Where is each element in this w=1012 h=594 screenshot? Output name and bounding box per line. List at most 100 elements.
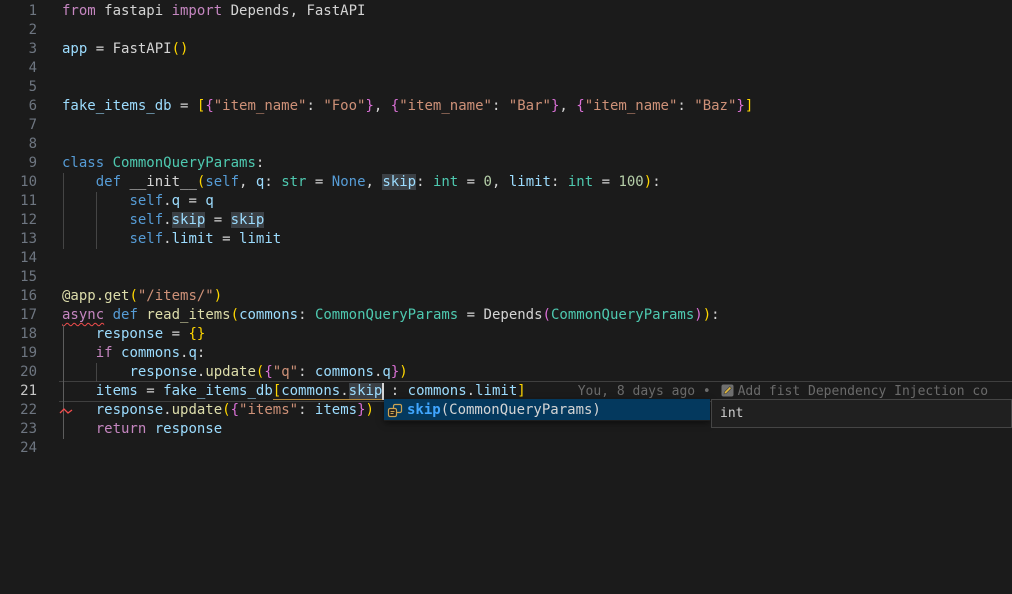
line-number[interactable]: 22 [0, 401, 37, 420]
token: q [172, 193, 180, 209]
line-number[interactable]: 11 [0, 192, 37, 211]
line-number[interactable]: 20 [0, 363, 37, 382]
git-blame-annotation[interactable]: You, 8 days ago • Add fist Dependency In… [578, 384, 988, 399]
line-number[interactable]: 18 [0, 325, 37, 344]
code-line-5[interactable]: 5 [0, 78, 1012, 97]
line-number[interactable]: 14 [0, 249, 37, 268]
token: commons [408, 383, 467, 399]
token: . [467, 383, 475, 399]
token: __init__ [129, 174, 196, 190]
code-line-17[interactable]: 17 async def read_items(commons: CommonQu… [0, 306, 1012, 325]
code-line-2[interactable]: 2 [0, 21, 1012, 40]
token: commons [315, 364, 374, 380]
token: str [281, 174, 306, 190]
line-number[interactable]: 17 [0, 306, 37, 325]
code-text: return response [62, 420, 222, 439]
code-line-4[interactable]: 4 [0, 59, 1012, 78]
line-number[interactable]: 8 [0, 135, 37, 154]
token: : [306, 98, 323, 114]
code-text: response.update({"items": items}) [62, 401, 374, 420]
token: ( [543, 307, 551, 323]
token: , [239, 174, 256, 190]
token: : [298, 402, 315, 418]
token: int [433, 174, 458, 190]
token [62, 421, 96, 437]
token: . [163, 193, 171, 209]
token: response [96, 326, 163, 342]
token: limit [475, 383, 517, 399]
code-line-19[interactable]: 19 if commons.q: [0, 344, 1012, 363]
indent-guide [96, 192, 97, 249]
token: response [129, 364, 196, 380]
line-number[interactable]: 24 [0, 439, 37, 458]
code-line-18[interactable]: 18 response = {} [0, 325, 1012, 344]
line-number[interactable]: 15 [0, 268, 37, 287]
token: "items" [239, 402, 298, 418]
code-text: self.q = q [62, 192, 214, 211]
indent-guide [96, 363, 97, 382]
token: { [391, 98, 399, 114]
token: "item_name" [585, 98, 678, 114]
token: : [256, 155, 264, 171]
line-number[interactable]: 16 [0, 287, 37, 306]
code-line-12[interactable]: 12 self.skip = skip [0, 211, 1012, 230]
code-text: def __init__(self, q: str = None, skip: … [62, 173, 661, 192]
token [104, 307, 112, 323]
line-number[interactable]: 5 [0, 78, 37, 97]
token [62, 326, 96, 342]
token: = [138, 383, 163, 399]
code-line-20[interactable]: 20 response.update({"q": commons.q}) [0, 363, 1012, 382]
line-number[interactable]: 2 [0, 21, 37, 40]
line-number[interactable]: 3 [0, 40, 37, 59]
code-line-11[interactable]: 11 self.q = q [0, 192, 1012, 211]
code-line-1[interactable]: 1from fastapi import Depends, FastAPI [0, 2, 1012, 21]
line-number[interactable]: 1 [0, 2, 37, 21]
token: : [264, 174, 281, 190]
token: async [62, 307, 104, 323]
code-line-16[interactable]: 16@app.get("/items/") [0, 287, 1012, 306]
line-number[interactable]: 10 [0, 173, 37, 192]
line-number[interactable]: 7 [0, 116, 37, 135]
token: fake_items_db [62, 98, 172, 114]
line-number[interactable]: 13 [0, 230, 37, 249]
token: . [340, 383, 348, 399]
code-line-10[interactable]: 10 def __init__(self, q: str = None, ski… [0, 173, 1012, 192]
code-editor[interactable]: 1from fastapi import Depends, FastAPI23a… [0, 0, 1012, 594]
line-number[interactable]: 21 [0, 382, 37, 401]
token: "Baz" [694, 98, 736, 114]
code-line-15[interactable]: 15 [0, 268, 1012, 287]
code-line-14[interactable]: 14 [0, 249, 1012, 268]
line-number[interactable]: 23 [0, 420, 37, 439]
token: FastAPI [113, 41, 172, 57]
code-area[interactable]: 1from fastapi import Depends, FastAPI23a… [0, 2, 1012, 458]
token: ( [172, 41, 180, 57]
token: q [205, 193, 213, 209]
token: def [113, 307, 138, 323]
suggest-item-skip[interactable]: skip (CommonQueryParams) [384, 399, 710, 420]
token: def [96, 174, 121, 190]
line-number[interactable]: 4 [0, 59, 37, 78]
suggest-widget[interactable]: skip (CommonQueryParams) [384, 399, 710, 421]
line-number[interactable]: 19 [0, 344, 37, 363]
code-line-3[interactable]: 3app = FastAPI() [0, 40, 1012, 59]
token [146, 421, 154, 437]
token: "Foo" [323, 98, 365, 114]
code-line-9[interactable]: 9class CommonQueryParams: [0, 154, 1012, 173]
token: "item_name" [214, 98, 307, 114]
token [62, 383, 96, 399]
line-number[interactable]: 12 [0, 211, 37, 230]
token: } [365, 98, 373, 114]
token: = [172, 98, 197, 114]
line-number[interactable]: 6 [0, 97, 37, 116]
token: self [205, 174, 239, 190]
code-line-13[interactable]: 13 self.limit = limit [0, 230, 1012, 249]
code-line-6[interactable]: 6fake_items_db = [{"item_name": "Foo"}, … [0, 97, 1012, 116]
line-number[interactable]: 9 [0, 154, 37, 173]
token: ] [745, 98, 753, 114]
code-line-7[interactable]: 7 [0, 116, 1012, 135]
code-line-24[interactable]: 24 [0, 439, 1012, 458]
code-text: async def read_items(commons: CommonQuer… [62, 306, 720, 325]
code-line-8[interactable]: 8 [0, 135, 1012, 154]
token: int [568, 174, 593, 190]
code-text: fake_items_db = [{"item_name": "Foo"}, {… [62, 97, 753, 116]
